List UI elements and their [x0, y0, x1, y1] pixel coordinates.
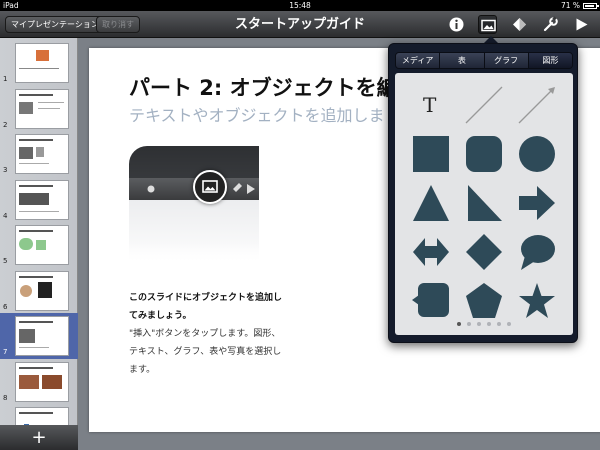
slide-thumbnail-preview [15, 361, 69, 402]
slide-thumbnail[interactable] [0, 404, 78, 425]
slide-thumbnail[interactable]: 1 [0, 40, 78, 86]
slide-body-text: "挿入"ボタンをタップします。図形、テキスト、グラフ、表や写真を選択します。 [129, 329, 282, 375]
arrow-shape[interactable] [517, 183, 557, 223]
slide-number: 2 [3, 120, 8, 129]
play-icon[interactable] [572, 15, 591, 34]
tab-shapes[interactable]: 図形 [528, 53, 572, 68]
keynote-app: iPad 15:48 71 % マイプレゼンテーション 取り消す スタートアップ… [0, 0, 600, 450]
tab-table[interactable]: 表 [440, 53, 485, 68]
tools-icon[interactable] [510, 15, 529, 34]
square-shape[interactable] [411, 134, 451, 174]
slide-number: 7 [3, 348, 8, 356]
illustration-fade [129, 242, 259, 260]
slide-thumbnail[interactable]: 3 [0, 131, 78, 177]
right-triangle-shape[interactable] [464, 183, 504, 223]
page-dot[interactable] [507, 322, 511, 326]
navigator-footer: + [0, 425, 78, 450]
tab-chart[interactable]: グラフ [484, 53, 529, 68]
page-dot[interactable] [487, 322, 491, 326]
slide-number: 8 [3, 393, 8, 402]
slide-thumbnail-preview [15, 270, 69, 311]
undo-button[interactable]: 取り消す [96, 16, 140, 33]
triangle-shape[interactable] [411, 183, 451, 223]
slide-thumbnail-preview [15, 316, 69, 356]
insert-popover: メディア 表 グラフ 図形 T [388, 43, 578, 343]
text-shape[interactable]: T [411, 85, 451, 125]
battery-indicator: 71 % [560, 0, 599, 11]
slide-thumbnail-preview [15, 43, 69, 83]
slide-thumbnail[interactable]: 8 [0, 359, 78, 405]
battery-percent: 71 % [560, 1, 580, 10]
slide-number: 6 [3, 302, 8, 311]
slide-thumbnail[interactable]: 7 [0, 313, 78, 359]
wrench-icon[interactable] [541, 15, 560, 34]
tab-media[interactable]: メディア [396, 53, 441, 68]
slide-number: 3 [3, 166, 8, 174]
slide-thumbnail[interactable]: 4 [0, 177, 78, 223]
speech-bubble-shape[interactable] [517, 232, 557, 272]
slide-thumbnail[interactable]: 2 [0, 86, 78, 132]
arrow-line-shape[interactable] [517, 85, 557, 125]
battery-icon [583, 2, 599, 9]
text-tool-label: T [423, 93, 437, 117]
double-arrow-shape[interactable] [411, 232, 451, 272]
magnified-media-icon [193, 170, 227, 204]
slide-number: 4 [3, 211, 8, 220]
clock: 15:48 [289, 1, 311, 10]
slide-number: 1 [3, 75, 8, 83]
circle-shape[interactable] [517, 134, 557, 174]
insert-tabs: メディア 表 グラフ 図形 [395, 52, 573, 69]
slide-body[interactable]: このスライドにオブジェクトを追加してみましょう。 "挿入"ボタンをタップします。… [129, 289, 289, 379]
slide-title[interactable]: パート 2: オブジェクトを編集 [129, 72, 419, 102]
my-presentations-button[interactable]: マイプレゼンテーション [5, 16, 105, 33]
document-title: スタートアップガイド [234, 17, 365, 32]
slide-thumbnail-preview [15, 407, 69, 425]
slide-thumbnail-preview [15, 134, 69, 174]
line-shape[interactable] [464, 85, 504, 125]
slide-thumbnail-preview [15, 88, 69, 129]
page-indicator[interactable] [395, 311, 573, 330]
slide-number: 5 [3, 257, 8, 265]
info-icon[interactable] [447, 15, 466, 34]
slide-thumbnail-list[interactable]: 1 2 3 4 5 6 7 8 [0, 38, 78, 425]
slide-thumbnail-preview [15, 179, 69, 220]
add-slide-button[interactable]: + [0, 425, 78, 450]
rounded-square-shape[interactable] [464, 134, 504, 174]
status-bar: iPad 15:48 71 % [0, 0, 600, 11]
slide-thumbnail[interactable]: 5 [0, 222, 78, 268]
page-dot[interactable] [467, 322, 471, 326]
slide-thumbnail[interactable]: 6 [0, 268, 78, 314]
slide-thumbnail-preview [15, 225, 69, 265]
page-dot[interactable] [457, 322, 461, 326]
media-icon[interactable] [478, 15, 497, 34]
page-dot[interactable] [497, 322, 501, 326]
page-dot[interactable] [477, 322, 481, 326]
toolbar: マイプレゼンテーション 取り消す スタートアップガイド [0, 11, 600, 38]
diamond-shape[interactable] [464, 232, 504, 272]
toolbar-illustration[interactable] [129, 146, 259, 260]
shape-gallery: T [395, 73, 573, 335]
slide-subtitle[interactable]: テキストやオブジェクトを追加しま [129, 102, 385, 126]
slide-navigator: 1 2 3 4 5 6 7 8 + [0, 38, 78, 450]
slide-body-bold: このスライドにオブジェクトを追加してみましょう。 [129, 293, 283, 321]
